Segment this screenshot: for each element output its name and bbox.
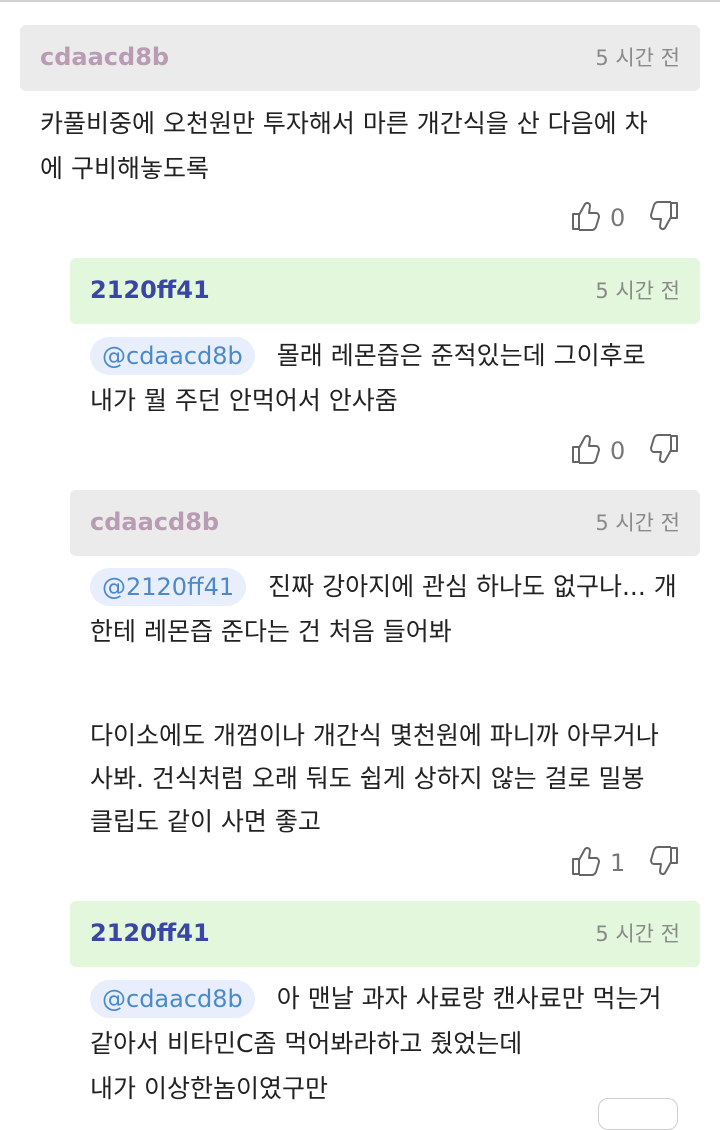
comment-text: 진짜 강아지에 관심 하나도 없구나... 개 bbox=[268, 572, 677, 601]
comment-line: @cdaacd8b 몰래 레몬즙은 준적있는데 그이후로 bbox=[90, 333, 700, 378]
comment-body: 카풀비중에 오천원만 투자해서 마른 개간식을 산 다음에 차 에 구비해놓도록 bbox=[40, 101, 700, 191]
comment-time: 5 시간 전 bbox=[595, 279, 680, 303]
mention-tag[interactable]: @cdaacd8b bbox=[90, 980, 255, 1018]
top-divider bbox=[0, 0, 720, 2]
reply-header: 2120ff41 5 시간 전 bbox=[70, 258, 700, 324]
comment-author[interactable]: 2120ff41 bbox=[90, 919, 210, 947]
thumbs-up-icon[interactable] bbox=[570, 200, 600, 236]
like-count: 0 bbox=[610, 204, 626, 232]
comment-text: 몰래 레몬즙은 준적있는데 그이후로 bbox=[276, 341, 646, 370]
like-count: 1 bbox=[610, 849, 626, 877]
reply-body: @cdaacd8b 아 맨날 과자 사료랑 캔사료만 먹는거 같아서 비타민C좀 … bbox=[90, 976, 700, 1111]
comment-line: 한테 레몬즙 준다는 건 처음 들어봐 bbox=[90, 617, 452, 646]
comment-line: 내가 뭘 주던 안먹어서 안사줌 bbox=[90, 386, 398, 415]
comment-author[interactable]: 2120ff41 bbox=[90, 276, 210, 304]
comment-time: 5 시간 전 bbox=[595, 922, 680, 946]
like-count: 0 bbox=[610, 437, 626, 465]
comment-line: 클립도 같이 사면 좋고 bbox=[90, 807, 321, 836]
comment-author[interactable]: cdaacd8b bbox=[90, 508, 219, 536]
vote-bar: 0 bbox=[570, 200, 690, 240]
comment-line: 에 구비해놓도록 bbox=[40, 154, 209, 183]
vote-bar: 1 bbox=[570, 845, 690, 885]
reply-header: 2120ff41 5 시간 전 bbox=[70, 901, 700, 967]
comment-line: @2120ff41 진짜 강아지에 관심 하나도 없구나... 개 bbox=[90, 564, 705, 609]
mention-tag[interactable]: @cdaacd8b bbox=[90, 337, 255, 375]
comment-header: cdaacd8b 5 시간 전 bbox=[20, 25, 700, 91]
mention-tag[interactable]: @2120ff41 bbox=[90, 568, 247, 606]
comment-time: 5 시간 전 bbox=[595, 511, 680, 535]
comment-line: 다이소에도 개껌이나 개간식 몇천원에 파니까 아무거나 bbox=[90, 721, 659, 750]
thumbs-up-icon[interactable] bbox=[570, 433, 600, 469]
comment-line: 같아서 비타민C좀 먹어봐라하고 줬었는데 bbox=[90, 1029, 523, 1058]
comment-line: @cdaacd8b 아 맨날 과자 사료랑 캔사료만 먹는거 bbox=[90, 976, 700, 1021]
vote-bar: 0 bbox=[570, 433, 690, 473]
thumbs-down-icon[interactable] bbox=[650, 200, 680, 236]
scroll-button[interactable] bbox=[598, 1098, 678, 1130]
reply-body: @2120ff41 진짜 강아지에 관심 하나도 없구나... 개 한테 레몬즙 … bbox=[90, 564, 705, 844]
reply-header: cdaacd8b 5 시간 전 bbox=[70, 490, 700, 556]
comment-line: 사봐. 건식처럼 오래 둬도 쉽게 상하지 않는 걸로 밀봉 bbox=[90, 764, 645, 793]
comment-line: 카풀비중에 오천원만 투자해서 마른 개간식을 산 다음에 차 bbox=[40, 109, 648, 138]
comment-time: 5 시간 전 bbox=[595, 46, 680, 70]
reply-body: @cdaacd8b 몰래 레몬즙은 준적있는데 그이후로 내가 뭘 주던 안먹어서… bbox=[90, 333, 700, 423]
thumbs-up-icon[interactable] bbox=[570, 845, 600, 881]
comment-author[interactable]: cdaacd8b bbox=[40, 43, 169, 71]
thumbs-down-icon[interactable] bbox=[650, 433, 680, 469]
thumbs-down-icon[interactable] bbox=[650, 845, 680, 881]
comment-text: 아 맨날 과자 사료랑 캔사료만 먹는거 bbox=[276, 984, 662, 1013]
